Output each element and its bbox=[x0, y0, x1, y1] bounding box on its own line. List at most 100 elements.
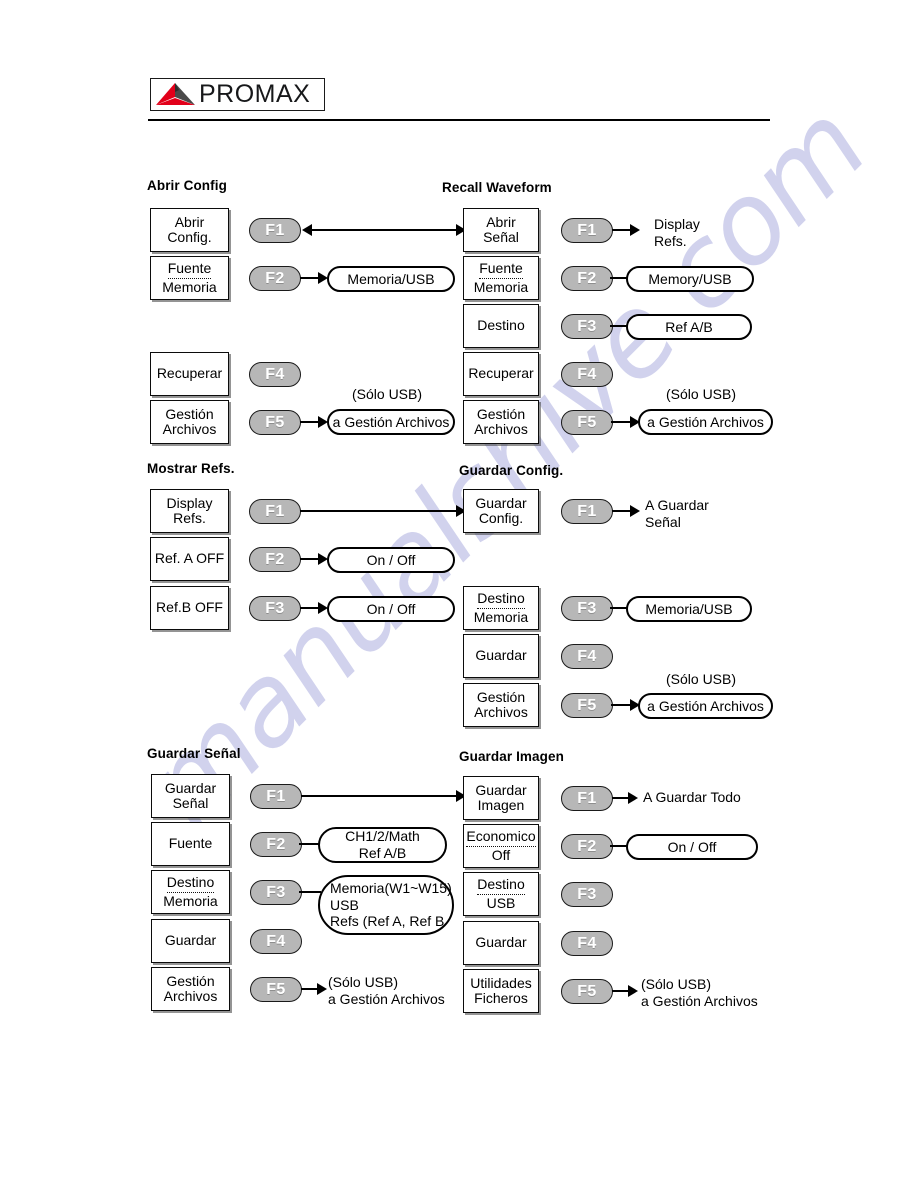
menu-box-ref-b-off[interactable]: Ref.B OFF bbox=[150, 586, 229, 630]
menu-box-guardar-senal[interactable]: Guardar Señal bbox=[151, 774, 230, 818]
fkey-f5-guardar-config[interactable]: F5 bbox=[561, 693, 613, 718]
arrowhead-right bbox=[317, 983, 327, 995]
section-title-guardar-senal: Guardar Señal bbox=[147, 746, 241, 761]
fkey-f5-guardar-senal[interactable]: F5 bbox=[250, 977, 302, 1002]
section-title-guardar-imagen: Guardar Imagen bbox=[459, 749, 564, 764]
fkey-f2-guardar-senal[interactable]: F2 bbox=[250, 832, 302, 857]
menu-box-destino[interactable]: Destino bbox=[463, 304, 539, 348]
menu-box-economico[interactable]: Economico Off bbox=[463, 824, 539, 868]
fkey-f4-guardar-config[interactable]: F4 bbox=[561, 644, 613, 669]
fkey-f4-recall-waveform[interactable]: F4 bbox=[561, 362, 613, 387]
fkey-f1-mostrar-refs[interactable]: F1 bbox=[249, 499, 301, 524]
callout-a-gestion-archivos[interactable]: a Gestión Archivos bbox=[638, 409, 773, 435]
menu-box-gestion-archivos-senal[interactable]: Gestión Archivos bbox=[151, 967, 230, 1011]
callout-on-off-ref-b[interactable]: On / Off bbox=[327, 596, 455, 622]
callout-ref-ab[interactable]: Ref A/B bbox=[626, 314, 752, 340]
note-solo-usb: (Sólo USB) bbox=[352, 386, 423, 402]
fkey-f3-mostrar-refs[interactable]: F3 bbox=[249, 596, 301, 621]
fkey-f3-guardar-senal[interactable]: F3 bbox=[250, 880, 302, 905]
label-line: Display Refs. bbox=[654, 216, 700, 249]
callout-fuente-sources[interactable]: CH1/2/Math Ref A/B bbox=[318, 827, 447, 863]
label-line: A Guardar Señal bbox=[645, 497, 709, 530]
menu-box-destino-memoria-senal[interactable]: Destino Memoria bbox=[151, 870, 230, 914]
menu-box-gestion-archivos[interactable]: Gestión Archivos bbox=[150, 400, 229, 444]
page-header: PROMAX bbox=[0, 0, 918, 130]
promax-triangle-logo-icon bbox=[156, 83, 195, 105]
arrowhead-right bbox=[628, 985, 638, 997]
fkey-f1-recall-waveform[interactable]: F1 bbox=[561, 218, 613, 243]
menu-box-recuperar[interactable]: Recuperar bbox=[150, 352, 229, 396]
label-line: (Sólo USB) a Gestión Archivos bbox=[641, 976, 758, 1009]
callout-destino-targets[interactable]: Memoria(W1~W15) USB Refs (Ref A, Ref B bbox=[318, 875, 454, 935]
fkey-f2-mostrar-refs[interactable]: F2 bbox=[249, 547, 301, 572]
note-solo-usb: (Sólo USB) bbox=[666, 386, 737, 402]
callout-memoria-usb[interactable]: Memoria/USB bbox=[626, 596, 752, 622]
connector-abrir-config-to-recall bbox=[312, 229, 462, 232]
label-solo-usb-gestion: (Sólo USB) a Gestión Archivos bbox=[641, 976, 758, 1010]
section-title-recall-waveform: Recall Waveform bbox=[442, 180, 552, 195]
label-a-guardar-senal: A Guardar Señal bbox=[645, 497, 709, 531]
section-title-mostrar-refs: Mostrar Refs. bbox=[147, 461, 235, 476]
fkey-f3-guardar-imagen[interactable]: F3 bbox=[561, 882, 613, 907]
arrowhead-right bbox=[630, 505, 640, 517]
menu-box-gestion-archivos-guardar-config[interactable]: Gestión Archivos bbox=[463, 683, 539, 727]
menu-box-guardar-imagen[interactable]: Guardar Imagen bbox=[463, 776, 539, 820]
callout-a-gestion-archivos[interactable]: a Gestión Archivos bbox=[638, 693, 773, 719]
fkey-f1-guardar-senal[interactable]: F1 bbox=[250, 784, 302, 809]
label-a-guardar-todo: A Guardar Todo bbox=[643, 789, 741, 806]
menu-box-destino-memoria[interactable]: Destino Memoria bbox=[463, 586, 539, 630]
fkey-f3-guardar-config[interactable]: F3 bbox=[561, 596, 613, 621]
label-solo-usb-gestion: (Sólo USB) a Gestión Archivos bbox=[328, 974, 445, 1008]
section-title-guardar-config: Guardar Config. bbox=[459, 463, 564, 478]
menu-box-abrir-config[interactable]: Abrir Config. bbox=[150, 208, 229, 252]
label-line: (Sólo USB) a Gestión Archivos bbox=[328, 974, 445, 1007]
arrowhead-right bbox=[630, 224, 640, 236]
callout-line: CH1/2/Math Ref A/B bbox=[345, 828, 420, 861]
fkey-f1-guardar-config[interactable]: F1 bbox=[561, 499, 613, 524]
fkey-f4-abrir-config[interactable]: F4 bbox=[249, 362, 301, 387]
menu-box-destino-usb[interactable]: Destino USB bbox=[463, 872, 539, 916]
fkey-f2-abrir-config[interactable]: F2 bbox=[249, 266, 301, 291]
section-title-abrir-config: Abrir Config bbox=[147, 178, 227, 193]
fkey-f5-abrir-config[interactable]: F5 bbox=[249, 410, 301, 435]
menu-box-fuente-memoria[interactable]: Fuente Memoria bbox=[150, 256, 229, 300]
callout-a-gestion-archivos[interactable]: a Gestión Archivos bbox=[327, 409, 455, 435]
arrowhead-right bbox=[628, 792, 638, 804]
menu-box-guardar[interactable]: Guardar bbox=[463, 634, 539, 678]
menu-box-abrir-senal[interactable]: Abrir Señal bbox=[463, 208, 539, 252]
menu-tree-diagram: Abrir Config Abrir Config. F1 Fuente Mem… bbox=[0, 0, 918, 1188]
menu-box-display-refs[interactable]: Display Refs. bbox=[150, 489, 229, 533]
menu-box-gestion-archivos-recall[interactable]: Gestión Archivos bbox=[463, 400, 539, 444]
callout-memory-usb[interactable]: Memory/USB bbox=[626, 266, 754, 292]
label-display-refs: Display Refs. bbox=[654, 216, 700, 250]
header-divider bbox=[148, 119, 770, 121]
menu-box-guardar-config[interactable]: Guardar Config. bbox=[463, 489, 539, 533]
promax-wordmark: PROMAX bbox=[199, 80, 311, 108]
menu-box-guardar-imagen-save[interactable]: Guardar bbox=[463, 921, 539, 965]
menu-box-fuente-memoria-recall[interactable]: Fuente Memoria bbox=[463, 256, 539, 300]
fkey-f5-recall-waveform[interactable]: F5 bbox=[561, 410, 613, 435]
callout-on-off-economico[interactable]: On / Off bbox=[626, 834, 758, 860]
fkey-f1-guardar-imagen[interactable]: F1 bbox=[561, 786, 613, 811]
fkey-f4-guardar-senal[interactable]: F4 bbox=[250, 929, 302, 954]
menu-box-ref-a-off[interactable]: Ref. A OFF bbox=[150, 537, 229, 581]
callout-memoria-usb[interactable]: Memoria/USB bbox=[327, 266, 455, 292]
menu-box-utilidades-ficheros[interactable]: Utilidades Ficheros bbox=[463, 969, 539, 1013]
callout-line: Memoria(W1~W15) USB Refs (Ref A, Ref B bbox=[330, 879, 452, 930]
menu-box-fuente[interactable]: Fuente bbox=[151, 822, 230, 866]
fkey-f5-guardar-imagen[interactable]: F5 bbox=[561, 979, 613, 1004]
connector-guardar-senal-to-guardar-imagen bbox=[301, 795, 463, 798]
connector-f3-callout bbox=[299, 891, 321, 894]
note-solo-usb: (Sólo USB) bbox=[666, 671, 737, 687]
fkey-f3-recall-waveform[interactable]: F3 bbox=[561, 314, 613, 339]
fkey-f2-recall-waveform[interactable]: F2 bbox=[561, 266, 613, 291]
fkey-f1-abrir-config[interactable]: F1 bbox=[249, 218, 301, 243]
fkey-f2-guardar-imagen[interactable]: F2 bbox=[561, 834, 613, 859]
menu-box-guardar-senal-save[interactable]: Guardar bbox=[151, 919, 230, 963]
promax-logo: PROMAX bbox=[150, 78, 325, 111]
arrowhead-left bbox=[302, 224, 312, 236]
callout-on-off-ref-a[interactable]: On / Off bbox=[327, 547, 455, 573]
fkey-f4-guardar-imagen[interactable]: F4 bbox=[561, 931, 613, 956]
connector-mostrar-to-guardar-config bbox=[300, 510, 463, 513]
menu-box-recuperar-recall[interactable]: Recuperar bbox=[463, 352, 539, 396]
